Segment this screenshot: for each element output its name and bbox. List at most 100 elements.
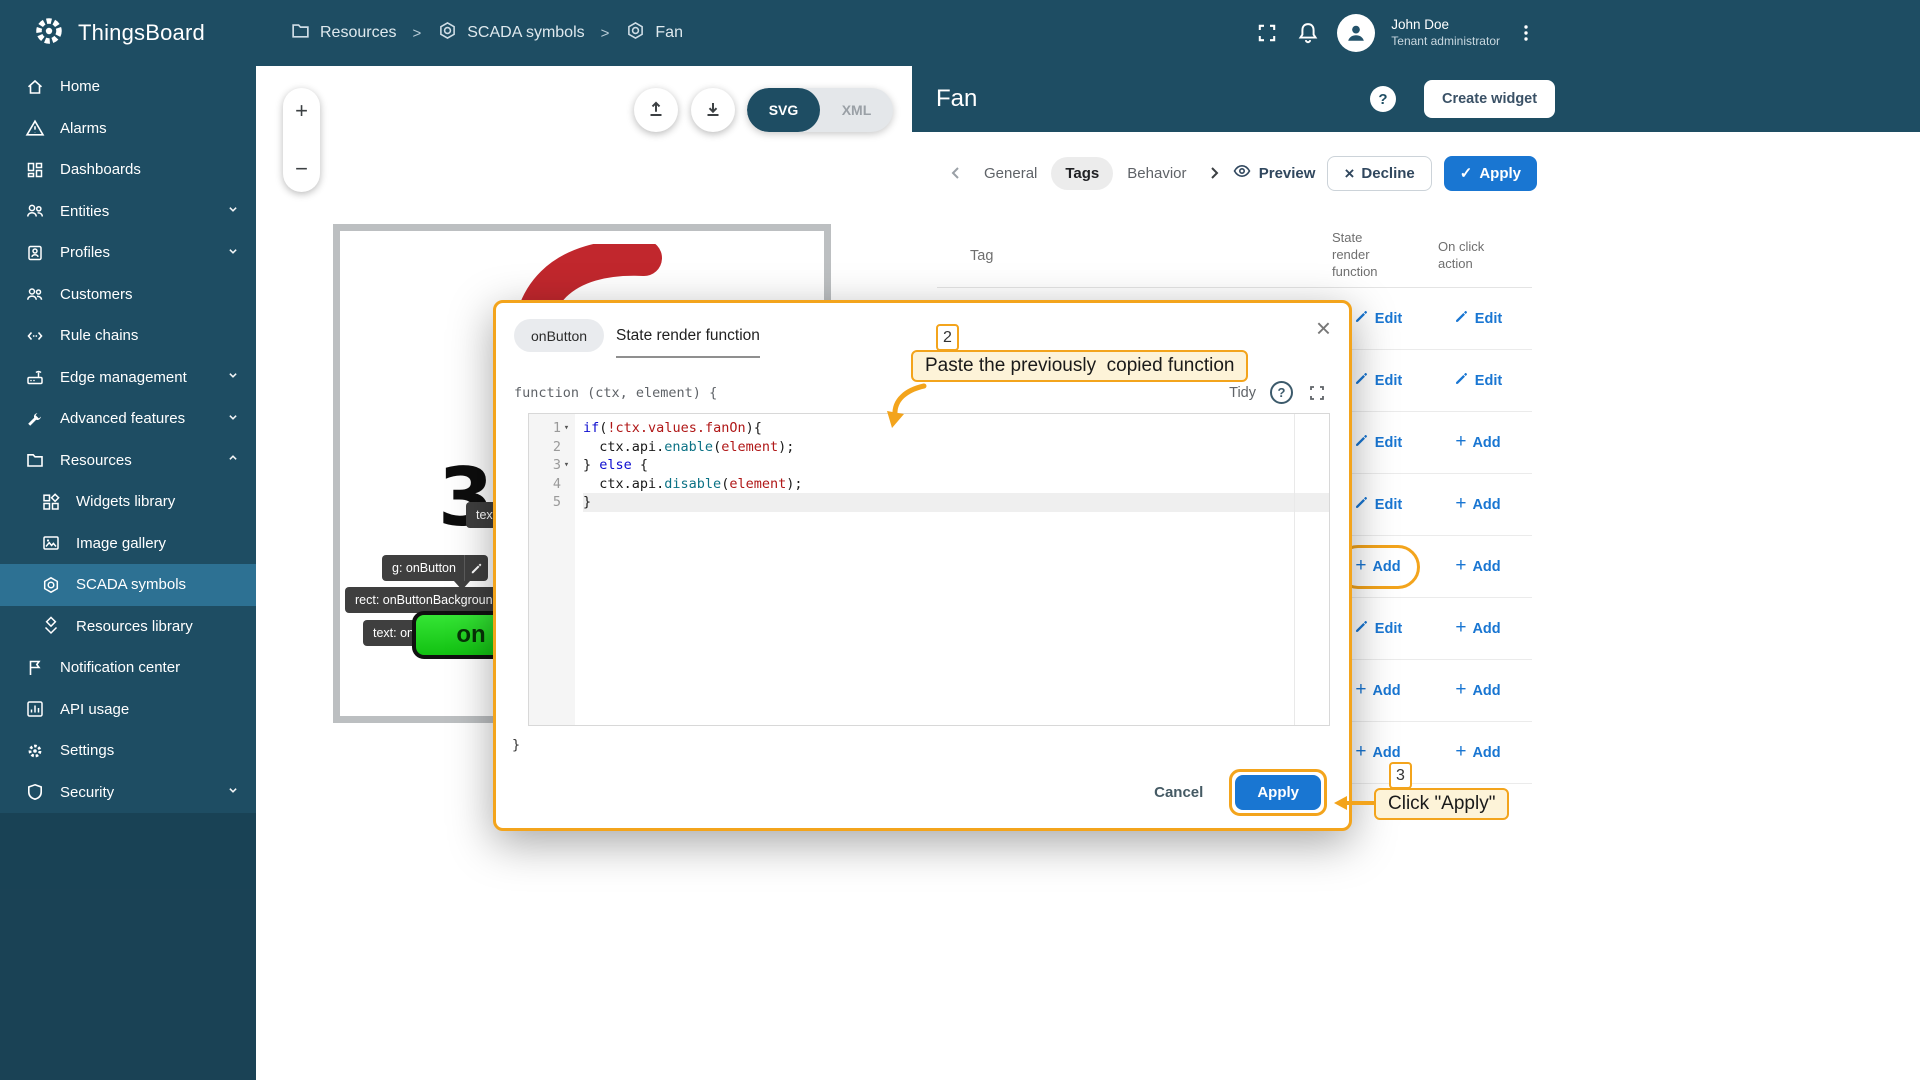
svg-xml-toggle: SVG XML (747, 88, 893, 132)
user-name: John Doe (1391, 17, 1450, 33)
code-line-number[interactable]: 2 (529, 438, 575, 457)
on-click-action-button[interactable]: + Add (1455, 680, 1500, 699)
sidebar-item-profiles[interactable]: Profiles (0, 232, 256, 274)
on-click-action-button[interactable]: + Add (1455, 493, 1500, 514)
edit-pencil-icon[interactable] (463, 555, 488, 581)
state-render-function-button[interactable]: Edit (1354, 309, 1402, 328)
edit-pencil-icon (1354, 433, 1369, 452)
on-click-action-button[interactable]: + Add (1455, 742, 1500, 761)
chevron-down-icon (224, 242, 242, 264)
avatar[interactable] (1337, 14, 1376, 52)
editor-scroll-track[interactable] (1294, 414, 1295, 725)
code-line-number[interactable]: 1 ▾ (529, 419, 575, 438)
create-widget-button[interactable]: Create widget (1424, 80, 1556, 118)
annotation-apply-ring: Apply (1229, 769, 1327, 816)
edit-pencil-icon (1354, 371, 1369, 390)
onbutton-chip[interactable]: onButton (514, 319, 605, 352)
state-render-function-button[interactable]: Edit (1354, 371, 1402, 390)
breadcrumb-fan[interactable]: Fan (625, 20, 683, 46)
code-line-number[interactable]: 5 (529, 493, 575, 512)
home-icon (24, 76, 46, 98)
check-icon: ✓ (1459, 164, 1473, 182)
code-line[interactable]: if(!ctx.values.fanOn){ (583, 419, 1329, 438)
code-gutter: 1 ▾ 2 3 ▾ 4 5 (529, 414, 575, 725)
state-render-function-button[interactable]: + Add (1355, 680, 1400, 699)
download-button[interactable] (691, 88, 735, 132)
thingsboard-logo[interactable]: ThingsBoard (0, 14, 256, 53)
on-click-action-button[interactable]: + Add (1455, 431, 1500, 452)
sidebar-item-api-usage[interactable]: API usage (0, 689, 256, 731)
on-click-action-cell: Edit (1424, 371, 1532, 390)
code-line[interactable]: ctx.api.enable(element); (583, 438, 1329, 457)
close-icon[interactable]: × (1316, 313, 1331, 344)
state-render-function-button[interactable]: Edit (1354, 433, 1402, 452)
on-click-action-button[interactable]: + Add (1455, 618, 1500, 637)
tabs-scroll-left-icon[interactable] (942, 159, 970, 187)
panel-toolbar: General Tags Behavior Preview × Decline … (912, 132, 1920, 224)
code-editor[interactable]: 1 ▾ 2 3 ▾ 4 5 if(!ctx.values.fanOn){ ctx.api.e… (528, 413, 1330, 726)
on-click-action-button[interactable]: + Add (1455, 556, 1500, 575)
code-line-number[interactable]: 4 (529, 475, 575, 494)
sidebar-item-resources[interactable]: Resources (0, 440, 256, 482)
sidebar-item-advanced-features[interactable]: Advanced features (0, 398, 256, 440)
code-body[interactable]: if(!ctx.values.fanOn){ ctx.api.enable(el… (575, 414, 1329, 725)
notifications-bell-icon[interactable] (1295, 20, 1321, 46)
zoom-in-button[interactable]: + (295, 100, 308, 122)
dashboards-icon (24, 159, 46, 181)
sidebar-item-dashboards[interactable]: Dashboards (0, 149, 256, 191)
on-click-action-button[interactable]: Edit (1454, 309, 1502, 328)
cancel-button[interactable]: Cancel (1154, 784, 1203, 801)
plus-icon: + (1455, 431, 1467, 452)
sidebar-item-edge-management[interactable]: Edge management (0, 357, 256, 399)
tab-state-render-function[interactable]: State render function (616, 327, 760, 358)
tab-behavior[interactable]: Behavior (1113, 157, 1200, 190)
breadcrumb-resources[interactable]: Resources (290, 20, 396, 46)
tabs-scroll-right-icon[interactable] (1200, 159, 1228, 187)
chevron-down-icon (224, 200, 242, 222)
app-root: ThingsBoard Resources > SCADA symbols > … (0, 0, 1920, 1080)
sidebar-item-image-gallery[interactable]: Image gallery (0, 523, 256, 565)
tab-tags[interactable]: Tags (1051, 156, 1114, 190)
sidebar-item-rule-chains[interactable]: Rule chains (0, 315, 256, 357)
sidebar-item-customers[interactable]: Customers (0, 274, 256, 316)
fullscreen-icon[interactable] (1255, 21, 1279, 45)
kebab-menu-icon[interactable] (1516, 22, 1536, 44)
code-line[interactable]: } else { (583, 456, 1329, 475)
sidebar-item-security[interactable]: Security (0, 772, 256, 814)
breadcrumb-scada-symbols[interactable]: SCADA symbols (437, 20, 585, 46)
upload-button[interactable] (634, 88, 678, 132)
sidebar-item-scada-symbols[interactable]: SCADA symbols (0, 564, 256, 606)
code-line-number[interactable]: 3 ▾ (529, 456, 575, 475)
state-render-function-button[interactable]: Edit (1354, 619, 1402, 638)
tab-general[interactable]: General (970, 157, 1051, 190)
toggle-svg[interactable]: SVG (747, 88, 820, 132)
help-icon[interactable]: ? (1270, 381, 1293, 404)
on-click-action-button[interactable]: Edit (1454, 371, 1502, 390)
tidy-button[interactable]: Tidy (1229, 385, 1256, 401)
expand-editor-icon[interactable] (1307, 383, 1327, 403)
rect-onbuttonbackground-chip[interactable]: rect: onButtonBackgroun (345, 587, 503, 613)
state-render-function-button[interactable]: + Add (1355, 742, 1400, 761)
code-line[interactable]: } (583, 493, 1329, 512)
preview-button[interactable]: Preview (1232, 161, 1315, 185)
sidebar-item-alarms[interactable]: Alarms (0, 108, 256, 150)
sidebar-item-settings[interactable]: Settings (0, 730, 256, 772)
sidebar-item-resources-library[interactable]: Resources library (0, 606, 256, 648)
group-onbutton-chip[interactable]: g: onButton (382, 555, 488, 581)
state-render-function-button[interactable]: Edit (1354, 495, 1402, 514)
plus-icon: + (1455, 493, 1467, 514)
code-line[interactable]: ctx.api.disable(element); (583, 475, 1329, 494)
zoom-out-button[interactable]: − (295, 158, 308, 180)
toggle-xml[interactable]: XML (820, 88, 893, 132)
sidebar-item-home[interactable]: Home (0, 66, 256, 108)
decline-button[interactable]: × Decline (1327, 155, 1432, 191)
upload-icon (645, 98, 667, 123)
apply-button-panel[interactable]: ✓ Apply (1443, 155, 1537, 191)
sidebar-item-entities[interactable]: Entities (0, 191, 256, 233)
help-icon[interactable]: ? (1370, 86, 1396, 112)
apply-button[interactable]: Apply (1235, 775, 1321, 810)
chevron-down-icon (224, 781, 242, 803)
zoom-controls: + − (283, 88, 320, 192)
sidebar-item-notification-center[interactable]: Notification center (0, 647, 256, 689)
sidebar-item-widgets-library[interactable]: Widgets library (0, 481, 256, 523)
